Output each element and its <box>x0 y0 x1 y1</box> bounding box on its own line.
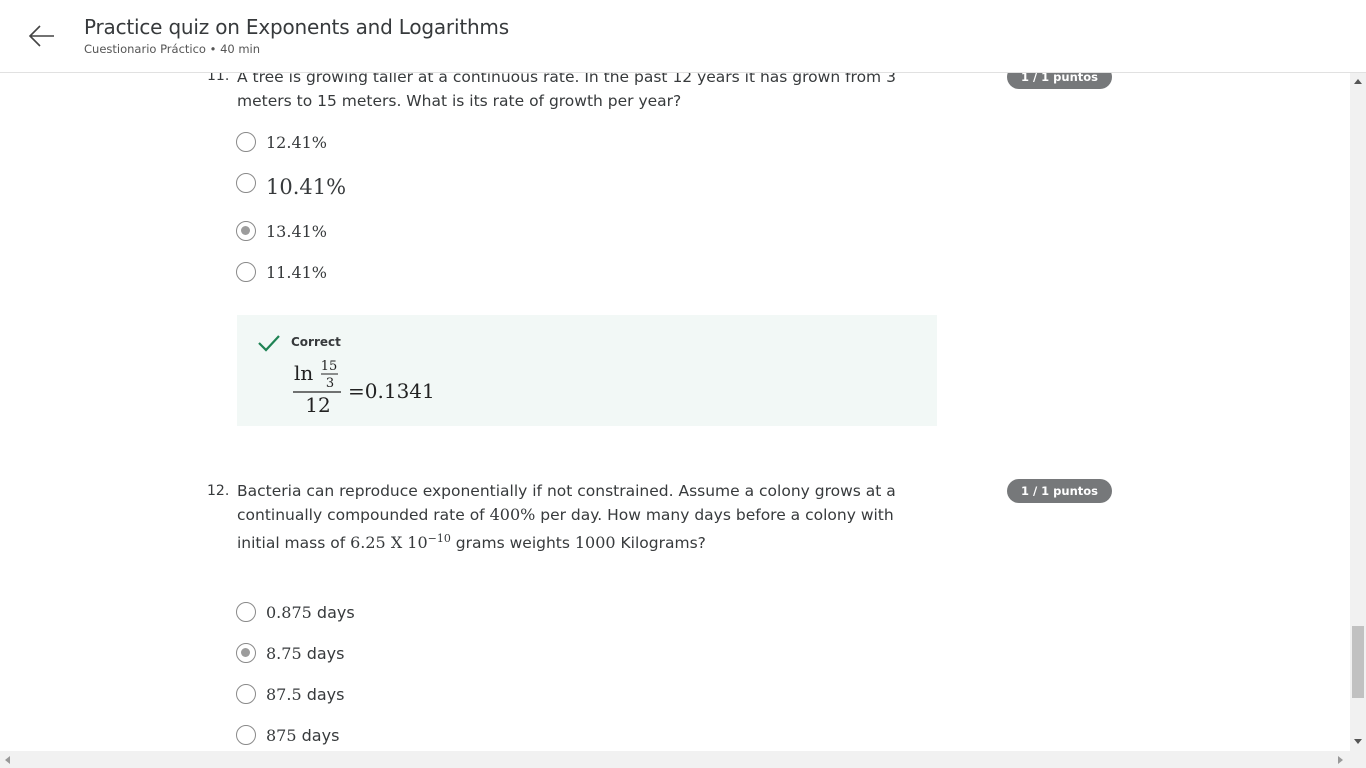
back-arrow-icon <box>28 25 54 47</box>
scroll-left-icon[interactable] <box>5 756 10 764</box>
question-number: 12. <box>207 483 230 499</box>
radio-icon[interactable] <box>236 602 256 622</box>
radio-icon[interactable] <box>236 221 256 241</box>
formula-inner-numerator: 15 <box>321 359 338 374</box>
question-number: 11. <box>207 73 230 84</box>
formula-inner-denominator: 3 <box>326 376 334 391</box>
question-text: A tree is growing taller at a continuous… <box>237 73 896 110</box>
formula-denominator: 12 <box>305 393 330 415</box>
feedback-status: Correct <box>291 335 341 349</box>
radio-icon[interactable] <box>236 643 256 663</box>
page-header: Practice quiz on Exponents and Logarithm… <box>0 0 1366 73</box>
answer-option[interactable]: 11.41% <box>236 259 327 285</box>
back-button[interactable] <box>26 20 58 52</box>
answer-option-selected[interactable]: 8.75 days <box>236 640 344 666</box>
answer-option[interactable]: 87.5 days <box>236 681 344 707</box>
scroll-right-icon[interactable] <box>1338 756 1343 764</box>
option-label: 13.41% <box>266 221 328 241</box>
option-label: 8.75 days <box>266 643 345 663</box>
formula-fn: ln <box>294 361 313 385</box>
scroll-down-icon[interactable] <box>1354 739 1362 744</box>
feedback-box: Correct ln 15 3 12 =0.1341 <box>237 315 937 426</box>
checkmark-icon <box>258 335 280 352</box>
option-label: 11.41% <box>266 262 328 282</box>
scrollbar-thumb[interactable] <box>1352 626 1364 698</box>
option-label: 87.5 days <box>266 684 345 704</box>
radio-icon[interactable] <box>236 173 256 193</box>
radio-icon[interactable] <box>236 262 256 282</box>
option-label: 12.41% <box>266 132 328 152</box>
points-badge: 1 / 1 puntos <box>1007 73 1112 89</box>
option-label: 875 days <box>266 725 340 745</box>
page-subtitle: Cuestionario Práctico • 40 min <box>84 42 261 56</box>
radio-icon[interactable] <box>236 725 256 745</box>
horizontal-scrollbar[interactable] <box>0 751 1366 768</box>
formula-result: =0.1341 <box>348 379 435 403</box>
vertical-scrollbar[interactable] <box>1350 73 1366 751</box>
option-label: 0.875 days <box>266 602 355 622</box>
answer-option-selected[interactable]: 13.41% <box>236 218 327 244</box>
question-text: Bacteria can reproduce exponentially if … <box>237 482 896 553</box>
scroll-up-icon[interactable] <box>1354 79 1362 84</box>
option-label: 10.41% <box>266 175 347 199</box>
answer-option[interactable]: 10.41% <box>236 170 346 204</box>
radio-icon[interactable] <box>236 684 256 704</box>
answer-option[interactable]: 875 days <box>236 722 339 748</box>
radio-icon[interactable] <box>236 132 256 152</box>
answer-option[interactable]: 12.41% <box>236 129 327 155</box>
explanation-formula: ln 15 3 12 =0.1341 <box>293 359 435 415</box>
page-title: Practice quiz on Exponents and Logarithm… <box>84 15 509 39</box>
points-badge: 1 / 1 puntos <box>1007 479 1112 503</box>
answer-option[interactable]: 0.875 days <box>236 599 355 625</box>
quiz-content: 11. A tree is growing taller at a contin… <box>0 73 1350 751</box>
